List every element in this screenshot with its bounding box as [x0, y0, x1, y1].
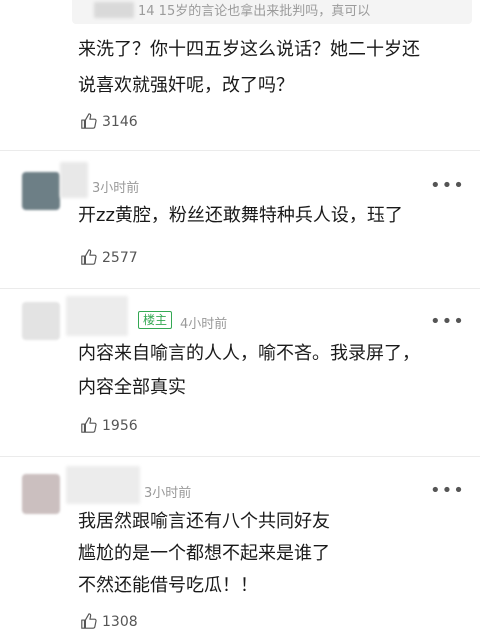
like-count: 1956 — [102, 418, 138, 434]
thumbs-up-icon — [81, 613, 97, 629]
divider — [0, 456, 480, 457]
comment-text-line: 开zz黄腔，粉丝还敢舞特种兵人设，珏了 — [78, 205, 403, 226]
like-button[interactable] — [80, 612, 98, 634]
like-button[interactable] — [80, 416, 98, 438]
more-dots-icon[interactable]: ••• — [430, 480, 465, 501]
avatar[interactable] — [22, 302, 60, 340]
quoted-comment-text: 14 15岁的言论也拿出来批判吗，真可以 — [138, 4, 371, 19]
comment-time: 3小时前 — [92, 181, 140, 196]
comment-time: 4小时前 — [180, 317, 228, 332]
like-button[interactable] — [80, 112, 98, 134]
divider — [0, 288, 480, 289]
more-dots-icon[interactable]: ••• — [430, 311, 465, 332]
thumbs-up-icon — [81, 417, 97, 433]
blurred-username — [94, 2, 134, 18]
comment-time: 3小时前 — [144, 486, 192, 501]
comment-text-line: 不然还能借号吃瓜！！ — [78, 575, 258, 596]
like-count: 2577 — [102, 250, 138, 266]
comment-text-line: 尴尬的是一个都想不起来是谁了 — [78, 543, 330, 564]
divider — [0, 150, 480, 151]
avatar[interactable] — [22, 172, 60, 210]
comment-text-line: 我居然跟喻言还有八个共同好友 — [78, 511, 330, 532]
comment-text-line: 来洗了？你十四五岁这么说话？她二十岁还 — [78, 39, 420, 60]
like-button[interactable] — [80, 248, 98, 270]
op-badge: 楼主 — [138, 311, 173, 329]
blurred-username — [60, 162, 88, 198]
like-count: 1308 — [102, 614, 138, 630]
thumbs-up-icon — [81, 249, 97, 265]
more-dots-icon[interactable]: ••• — [430, 175, 465, 196]
comment-text-line: 内容全部真实 — [78, 377, 186, 398]
blurred-username — [66, 466, 140, 504]
comment-text-line: 内容来自喻言的人人，喻不吝。我录屏了， — [78, 343, 420, 364]
comment-text-line: 说喜欢就强奸呢，改了吗？ — [78, 75, 294, 96]
avatar[interactable] — [22, 474, 60, 514]
like-count: 3146 — [102, 114, 138, 130]
blurred-username — [66, 296, 128, 336]
thumbs-up-icon — [81, 113, 97, 129]
